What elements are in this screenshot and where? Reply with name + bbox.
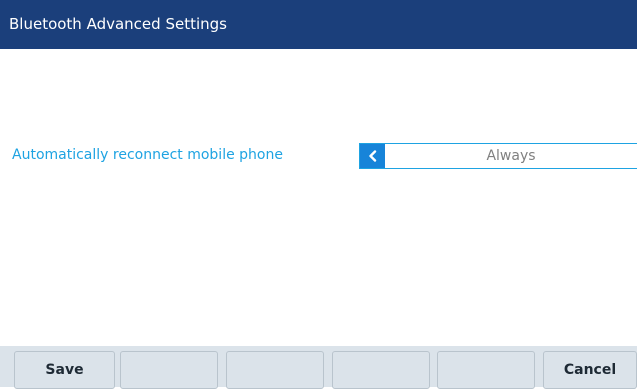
selector-previous-button[interactable] xyxy=(360,144,385,168)
auto-reconnect-label: Automatically reconnect mobile phone xyxy=(12,147,283,163)
selector-value: Always xyxy=(486,148,536,164)
softkey-5[interactable] xyxy=(437,351,535,389)
softkey-bar: Save Cancel xyxy=(0,346,637,389)
save-button[interactable]: Save xyxy=(14,351,115,389)
chevron-left-icon xyxy=(368,150,378,162)
page-title: Bluetooth Advanced Settings xyxy=(0,0,637,49)
auto-reconnect-selector[interactable]: Always xyxy=(359,143,637,169)
softkey-3[interactable] xyxy=(226,351,324,389)
softkey-2[interactable] xyxy=(120,351,218,389)
cancel-button[interactable]: Cancel xyxy=(543,351,637,389)
softkey-4[interactable] xyxy=(332,351,430,389)
